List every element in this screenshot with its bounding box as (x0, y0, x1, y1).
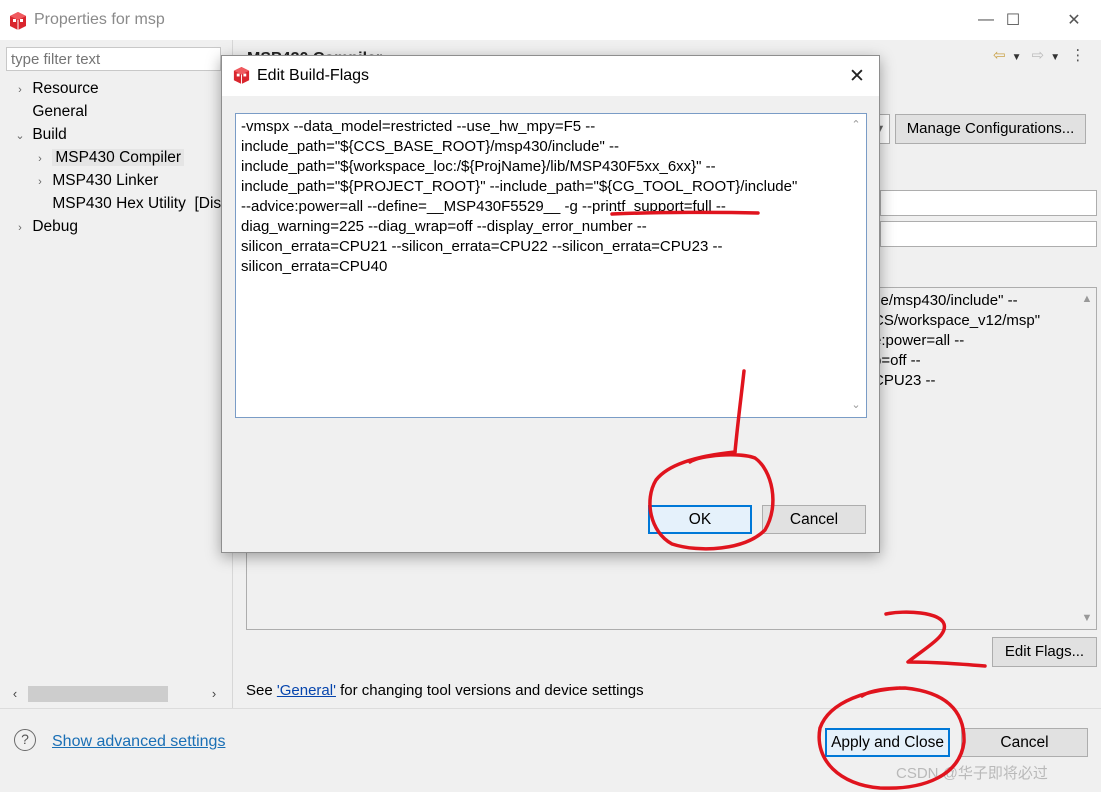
flags-vertical-scrollbar[interactable]: ▲ ▼ (1078, 288, 1096, 629)
ok-button[interactable]: OK (648, 505, 752, 534)
forward-arrow-icon[interactable]: ⇨ (1032, 47, 1045, 64)
maximize-button[interactable]: ☐ (990, 0, 1036, 40)
dialog-title-bar: Edit Build-Flags ✕ (222, 56, 879, 96)
flags-line: e:power=all -- (873, 332, 965, 349)
general-link[interactable]: 'General' (277, 682, 336, 699)
view-menu-icon[interactable]: ⋮ (1070, 47, 1085, 64)
property-tree: › Resource General ⌄ Build › MSP430 Comp… (0, 40, 232, 708)
flags-line: CS/workspace_v12/msp" (873, 312, 1041, 329)
flags-line: CPU23 -- (873, 372, 936, 389)
edit-build-flags-dialog: Edit Build-Flags ✕ -vmspx --data_model=r… (221, 55, 880, 553)
cancel-button[interactable]: Cancel (961, 728, 1088, 757)
show-advanced-settings-link[interactable]: Show advanced settings (52, 733, 225, 751)
chevron-right-icon[interactable]: › (32, 148, 48, 171)
scroll-up-icon[interactable]: ⌃ (847, 116, 865, 134)
chevron-right-icon[interactable]: › (12, 79, 28, 102)
tree-item-msp430-linker[interactable]: › MSP430 Linker (12, 169, 221, 192)
tree-horizontal-scrollbar[interactable]: ‹ › (6, 684, 223, 704)
dialog-title: Edit Build-Flags (257, 67, 370, 84)
tree-item-debug[interactable]: › Debug (12, 215, 221, 238)
build-flags-text: -vmspx --data_model=restricted --use_hw_… (241, 118, 798, 275)
chevron-right-icon[interactable]: › (32, 171, 48, 194)
close-button[interactable]: ✕ (1051, 0, 1097, 40)
tree-item-msp430-compiler[interactable]: › MSP430 Compiler (12, 146, 221, 169)
tree-item-msp430-hex-utility[interactable]: MSP430 Hex Utility [Dis (12, 192, 221, 215)
manage-configurations-button[interactable]: Manage Configurations... (895, 114, 1086, 144)
watermark: CSDN @华子即将必过 (896, 765, 1048, 782)
window-title-bar: Properties for msp — ☐ ✕ (0, 0, 1101, 40)
back-arrow-icon[interactable]: ⇦ (993, 47, 1006, 64)
build-flags-textarea[interactable]: -vmspx --data_model=restricted --use_hw_… (235, 113, 867, 418)
compiler-field-2[interactable] (880, 221, 1097, 247)
apply-and-close-button[interactable]: Apply and Close (825, 728, 950, 757)
maximize-icon: ☐ (1005, 12, 1021, 29)
tree-item-build[interactable]: ⌄ Build (12, 123, 221, 146)
window-title: Properties for msp (34, 11, 165, 28)
chevron-down-icon[interactable]: ▼ (1050, 52, 1060, 63)
ccs-cube-icon (10, 12, 26, 30)
scroll-right-icon[interactable]: › (205, 684, 223, 704)
tree-item-general[interactable]: General (12, 100, 221, 123)
scroll-down-icon[interactable]: ▼ (1078, 609, 1096, 627)
chevron-down-icon[interactable]: ▼ (1012, 52, 1022, 63)
scrollbar-thumb[interactable] (28, 686, 168, 702)
close-icon: ✕ (1067, 12, 1081, 29)
edit-flags-button[interactable]: Edit Flags... (992, 637, 1097, 667)
footnote: See 'General' for changing tool versions… (246, 682, 644, 699)
scroll-down-icon[interactable]: ⌄ (847, 396, 865, 414)
dialog-cancel-button[interactable]: Cancel (762, 505, 866, 534)
flags-line: se/msp430/include" -- (873, 292, 1018, 309)
flags-line: p=off -- (873, 352, 921, 369)
scroll-up-icon[interactable]: ▲ (1078, 290, 1096, 308)
ccs-cube-icon (233, 66, 250, 85)
close-icon: ✕ (849, 66, 865, 87)
scroll-left-icon[interactable]: ‹ (6, 684, 24, 704)
textarea-vertical-scrollbar[interactable]: ⌃ ⌄ (847, 114, 866, 417)
compiler-field-1[interactable] (880, 190, 1097, 216)
chevron-down-icon[interactable]: ⌄ (12, 125, 28, 148)
tree-item-resource[interactable]: › Resource (12, 77, 221, 100)
chevron-right-icon[interactable]: › (12, 217, 28, 240)
dialog-close-button[interactable]: ✕ (839, 62, 875, 92)
help-icon[interactable]: ? (14, 729, 36, 751)
